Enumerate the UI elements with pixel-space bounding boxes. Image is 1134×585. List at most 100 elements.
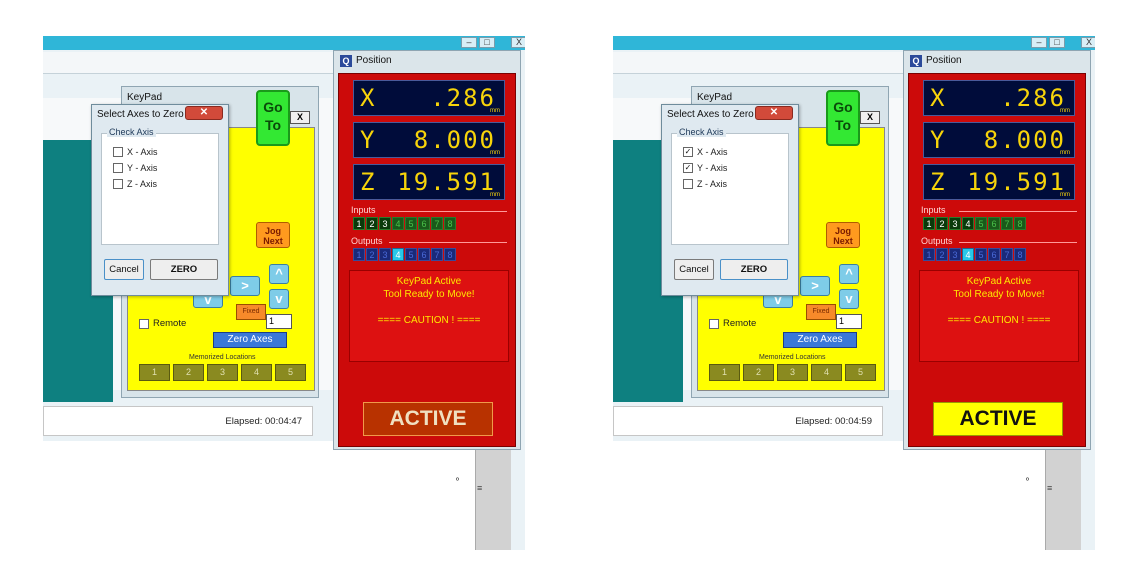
active-button[interactable]: ACTIVE xyxy=(933,402,1063,436)
memorized-location-4[interactable]: 4 xyxy=(811,364,842,381)
dro-x-value: .286 xyxy=(1000,84,1066,112)
active-button[interactable]: ACTIVE xyxy=(363,402,493,436)
step-input[interactable]: 1 xyxy=(266,314,292,329)
memorized-location-2[interactable]: 2 xyxy=(743,364,774,381)
screenshot-panel-before: – □ X Elapsed: 00:04:47 º ≡ KeyPad X Go … xyxy=(43,36,525,550)
inputs-label: Inputs xyxy=(351,205,376,215)
dro-y-value: 8.000 xyxy=(983,126,1066,154)
app-titlebar xyxy=(613,36,1095,50)
minimize-button[interactable]: – xyxy=(1031,37,1047,48)
output-3: 3 xyxy=(379,248,391,261)
elapsed-time: Elapsed: 00:04:59 xyxy=(795,416,872,427)
go-to-button[interactable]: Go To xyxy=(256,90,290,146)
maximize-button[interactable]: □ xyxy=(1049,37,1065,48)
output-2: 2 xyxy=(936,248,948,261)
dro-z-axis: Z xyxy=(930,168,945,196)
jog-right-button[interactable]: > xyxy=(230,276,260,296)
jog-next-button[interactable]: Jog Next xyxy=(826,222,860,248)
jog-line1: Jog xyxy=(264,226,281,236)
outputs-row: 1 2 3 4 5 6 7 8 xyxy=(923,248,1027,261)
small-dot: º xyxy=(1026,476,1029,485)
dialog-title: Select Axes to Zero xyxy=(97,109,184,120)
dro-z: Z 19.591 mm xyxy=(353,164,505,200)
outputs-divider xyxy=(389,242,507,243)
dialog-close-button[interactable]: ✕ xyxy=(185,106,223,120)
select-axes-dialog: Select Axes to Zero ✕ Check Axis ✓ X - A… xyxy=(661,104,799,296)
close-window-button[interactable]: X xyxy=(511,37,525,48)
output-5: 5 xyxy=(975,248,987,261)
select-axes-dialog: Select Axes to Zero ✕ Check Axis X - Axi… xyxy=(91,104,229,296)
go-to-line2: To xyxy=(264,117,282,133)
output-4: 4 xyxy=(392,248,404,261)
go-to-button[interactable]: Go To xyxy=(826,90,860,146)
keypad-close-button[interactable]: X xyxy=(860,111,880,124)
y-axis-checkbox[interactable] xyxy=(113,163,123,173)
input-2: 2 xyxy=(936,217,948,230)
dro-x-unit: mm xyxy=(490,108,500,114)
input-7: 7 xyxy=(1001,217,1013,230)
app-titlebar xyxy=(43,36,525,50)
jog-down-button[interactable]: v xyxy=(269,289,289,309)
status-bar: Elapsed: 00:04:59 xyxy=(613,406,883,436)
x-axis-label: X - Axis xyxy=(127,147,158,157)
status-message-2: Tool Ready to Move! xyxy=(953,289,1045,300)
dro-y-axis: Y xyxy=(930,126,945,154)
dro-z-axis: Z xyxy=(360,168,375,196)
remote-checkbox[interactable] xyxy=(709,319,719,329)
close-window-button[interactable]: X xyxy=(1081,37,1095,48)
small-dot: º xyxy=(456,476,459,485)
step-mode-button[interactable]: Fixed xyxy=(806,304,836,320)
zero-axes-button[interactable]: Zero Axes xyxy=(783,332,857,348)
position-window: Q Position X .286 mm Y 8.000 mm Z 19.591… xyxy=(903,50,1091,450)
status-message-3: ==== CAUTION ! ==== xyxy=(377,315,481,326)
maximize-button[interactable]: □ xyxy=(479,37,495,48)
y-axis-checkbox[interactable]: ✓ xyxy=(683,163,693,173)
remote-checkbox[interactable] xyxy=(139,319,149,329)
scroll-grip-icon[interactable]: ≡ xyxy=(477,483,487,497)
jog-right-button[interactable]: > xyxy=(800,276,830,296)
memorized-location-1[interactable]: 1 xyxy=(139,364,170,381)
z-axis-checkbox[interactable] xyxy=(113,179,123,189)
cancel-button[interactable]: Cancel xyxy=(674,259,714,280)
inputs-label: Inputs xyxy=(921,205,946,215)
jog-next-button[interactable]: Jog Next xyxy=(256,222,290,248)
memorized-location-1[interactable]: 1 xyxy=(709,364,740,381)
output-8: 8 xyxy=(1014,248,1026,261)
jog-up-button[interactable]: ^ xyxy=(269,264,289,284)
x-axis-checkbox[interactable] xyxy=(113,147,123,157)
scroll-grip-icon[interactable]: ≡ xyxy=(1047,483,1057,497)
status-message-box: KeyPad Active Tool Ready to Move! ==== C… xyxy=(919,270,1079,362)
jog-down-button[interactable]: v xyxy=(839,289,859,309)
minimize-button[interactable]: – xyxy=(461,37,477,48)
jog-up-button[interactable]: ^ xyxy=(839,264,859,284)
zero-button[interactable]: ZERO xyxy=(720,259,788,280)
zero-axes-button[interactable]: Zero Axes xyxy=(213,332,287,348)
step-input[interactable]: 1 xyxy=(836,314,862,329)
z-axis-checkbox[interactable] xyxy=(683,179,693,189)
x-axis-checkbox[interactable]: ✓ xyxy=(683,147,693,157)
dialog-close-button[interactable]: ✕ xyxy=(755,106,793,120)
dro-y-unit: mm xyxy=(1060,150,1070,156)
memorized-location-3[interactable]: 3 xyxy=(207,364,238,381)
dro-x-value: .286 xyxy=(430,84,496,112)
status-message-2: Tool Ready to Move! xyxy=(383,289,475,300)
step-mode-button[interactable]: Fixed xyxy=(236,304,266,320)
memorized-locations: Memorized Locations 1 2 3 4 5 xyxy=(709,354,879,388)
memorized-location-4[interactable]: 4 xyxy=(241,364,272,381)
memorized-location-5[interactable]: 5 xyxy=(845,364,876,381)
output-6: 6 xyxy=(418,248,430,261)
cancel-button[interactable]: Cancel xyxy=(104,259,144,280)
memorized-location-5[interactable]: 5 xyxy=(275,364,306,381)
jog-line1: Jog xyxy=(834,226,851,236)
output-1: 1 xyxy=(923,248,935,261)
input-8: 8 xyxy=(1014,217,1026,230)
memorized-location-2[interactable]: 2 xyxy=(173,364,204,381)
input-7: 7 xyxy=(431,217,443,230)
input-3: 3 xyxy=(949,217,961,230)
memorized-locations-label: Memorized Locations xyxy=(759,354,826,361)
status-message-1: KeyPad Active xyxy=(966,276,1032,287)
output-2: 2 xyxy=(366,248,378,261)
keypad-close-button[interactable]: X xyxy=(290,111,310,124)
memorized-location-3[interactable]: 3 xyxy=(777,364,808,381)
zero-button[interactable]: ZERO xyxy=(150,259,218,280)
